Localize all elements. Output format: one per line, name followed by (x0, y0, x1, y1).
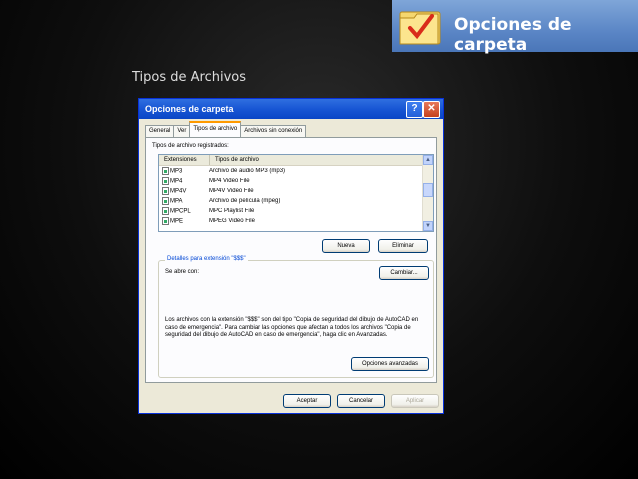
list-item[interactable]: MP4V MP4V Video File (159, 186, 433, 196)
advanced-options-button[interactable]: Opciones avanzadas (351, 357, 429, 371)
list-item[interactable]: MPE MPEG Video File (159, 216, 433, 226)
file-types-list[interactable]: Extensiones Tipos de archivo MP3 Archivo… (158, 154, 434, 232)
details-legend: Detalles para extensión "$$$" (165, 256, 248, 262)
list-scrollbar[interactable]: ▲ ▼ (422, 155, 433, 231)
folder-check-icon (399, 11, 441, 45)
close-button[interactable]: ✕ (423, 101, 440, 118)
row-type: MP4 Video File (209, 178, 250, 184)
row-type: MP4V Video File (209, 188, 254, 194)
tab-strip: General Ver Tipos de archivo Archivos si… (145, 121, 307, 137)
row-type: MPC Playlist File (209, 208, 255, 214)
registered-types-label: Tipos de archivo registrados: (152, 143, 229, 149)
apply-button[interactable]: Aplicar (391, 394, 439, 408)
row-ext: MP4V (170, 188, 187, 195)
scroll-up-icon[interactable]: ▲ (423, 155, 433, 165)
video-file-icon (162, 187, 169, 195)
details-group: Detalles para extensión "$$$" Se abre co… (158, 256, 434, 378)
delete-button[interactable]: Eliminar (378, 239, 428, 253)
video-file-icon (162, 177, 169, 185)
row-ext: MP3 (170, 168, 183, 175)
row-ext: MP4 (170, 178, 183, 185)
tab-archivos-sin-conexion[interactable]: Archivos sin conexión (240, 125, 307, 137)
row-ext: MPA (170, 198, 183, 205)
folder-options-dialog: Opciones de carpeta ? ✕ General Ver Tipo… (138, 98, 444, 414)
slide-title: Opciones de carpeta (454, 15, 572, 55)
row-ext: MPE (170, 218, 184, 225)
scroll-thumb[interactable] (423, 183, 433, 197)
scroll-down-icon[interactable]: ▼ (423, 221, 433, 231)
ok-button[interactable]: Aceptar (283, 394, 331, 408)
change-button[interactable]: Cambiar... (379, 266, 429, 280)
tab-general[interactable]: General (145, 125, 175, 137)
tab-panel: Tipos de archivo registrados: Extensione… (145, 137, 437, 383)
audio-file-icon (162, 167, 169, 175)
row-ext: MPCPL (170, 208, 191, 215)
type-description: Los archivos con la extensión "$$$" son … (165, 317, 419, 338)
cancel-button[interactable]: Cancelar (337, 394, 385, 408)
help-button[interactable]: ? (406, 101, 423, 118)
list-item[interactable]: MPCPL MPC Playlist File (159, 206, 433, 216)
movie-file-icon (162, 197, 169, 205)
list-header: Extensiones Tipos de archivo (159, 155, 433, 166)
dialog-title: Opciones de carpeta (145, 104, 234, 114)
blank-file-icon (162, 207, 169, 215)
tab-ver[interactable]: Ver (173, 125, 191, 137)
column-tipos[interactable]: Tipos de archivo (210, 155, 425, 165)
dialog-titlebar[interactable]: Opciones de carpeta ? ✕ (139, 99, 443, 119)
row-type: Archivo de audio MP3 (mp3) (209, 168, 286, 174)
list-item[interactable]: MPA Archivo de película (mpeg) (159, 196, 433, 206)
slide-banner: Opciones de carpeta (392, 0, 638, 55)
video-file-icon (162, 217, 169, 225)
tab-tipos-de-archivo[interactable]: Tipos de archivo (189, 121, 242, 137)
new-button[interactable]: Nueva (322, 239, 370, 253)
column-extensiones[interactable]: Extensiones (159, 155, 210, 165)
row-type: MPEG Video File (209, 218, 255, 224)
opens-with-label: Se abre con: (165, 269, 200, 275)
list-item[interactable]: MP4 MP4 Video File (159, 176, 433, 186)
list-item[interactable]: MP3 Archivo de audio MP3 (mp3) (159, 166, 433, 176)
slide-subtitle: Tipos de Archivos (132, 70, 247, 85)
row-type: Archivo de película (mpeg) (209, 198, 281, 204)
